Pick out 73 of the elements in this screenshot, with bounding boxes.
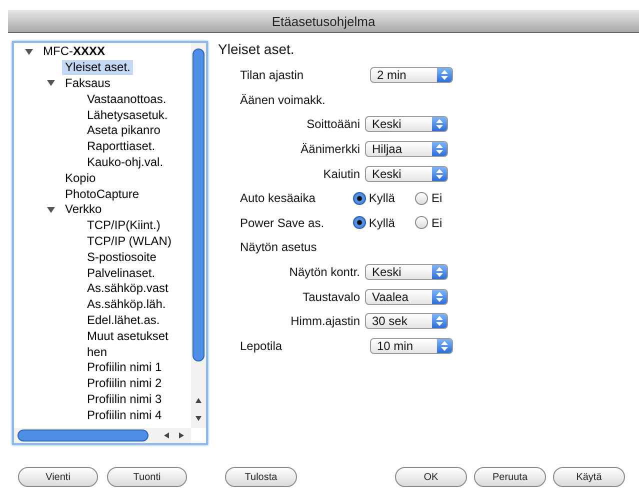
field-label: Auto kesäaika bbox=[240, 191, 316, 206]
tree-item[interactable]: MFC-XXXX bbox=[40, 44, 108, 60]
disclosure-triangle-icon[interactable] bbox=[47, 206, 55, 214]
field-label: Himm.ajastin bbox=[290, 314, 361, 328]
tree-item[interactable]: Lähetysasetuk. bbox=[84, 108, 171, 123]
tree-item[interactable]: As.sähköp.vast bbox=[84, 281, 172, 296]
horizontal-scrollbar[interactable] bbox=[14, 428, 191, 443]
tree-item[interactable]: Profiilin nimi 3 bbox=[84, 392, 165, 407]
section-label: Äänen voimakk. bbox=[240, 92, 326, 107]
push-button[interactable]: OK bbox=[395, 467, 467, 487]
field-label: Lepotila bbox=[240, 338, 284, 353]
radio-button[interactable] bbox=[352, 192, 366, 205]
stepper-icon bbox=[432, 117, 447, 132]
radio-label[interactable]: Kyllä bbox=[368, 216, 395, 230]
radio-label[interactable]: Kyllä bbox=[368, 191, 395, 206]
section-label: Näytön asetus bbox=[240, 240, 318, 254]
tree-item[interactable]: As.sähköp.läh. bbox=[84, 297, 169, 312]
tree-item[interactable]: Aseta pikanro bbox=[84, 123, 164, 138]
tree-item[interactable]: PhotoCapture bbox=[62, 186, 142, 202]
tree-item[interactable]: S-postiosoite bbox=[84, 250, 160, 265]
stepper-icon bbox=[432, 314, 447, 328]
stepper-icon bbox=[432, 142, 447, 156]
vertical-scrollbar[interactable] bbox=[191, 43, 206, 428]
dropdown[interactable]: 30 sek bbox=[365, 313, 448, 330]
dropdown[interactable]: 2 min bbox=[370, 67, 453, 84]
stepper-icon bbox=[432, 290, 447, 304]
tree-item[interactable]: Palvelinaset. bbox=[84, 266, 158, 281]
tree-item[interactable]: Profiilin nimi 2 bbox=[84, 376, 165, 392]
tree-item[interactable]: TCP/IP (WLAN) bbox=[84, 234, 174, 249]
radio-label[interactable]: Ei bbox=[431, 216, 442, 230]
tree-item[interactable]: Yleiset aset. bbox=[62, 60, 134, 76]
panel-title: Yleiset aset. bbox=[218, 41, 296, 57]
tree-item[interactable]: Kopio bbox=[62, 170, 99, 186]
stepper-icon bbox=[432, 166, 447, 181]
push-button[interactable]: Tulosta bbox=[225, 467, 297, 487]
dropdown[interactable]: 10 min bbox=[370, 338, 453, 354]
disclosure-triangle-icon[interactable] bbox=[25, 48, 33, 56]
field-label: Taustavalo bbox=[302, 290, 361, 304]
radio-button[interactable] bbox=[415, 192, 428, 205]
dropdown[interactable]: Hiljaa bbox=[365, 141, 448, 158]
radio-button[interactable] bbox=[415, 216, 428, 230]
push-button[interactable]: Käytä bbox=[553, 467, 625, 487]
dropdown[interactable]: Keski bbox=[365, 264, 448, 280]
radio-label[interactable]: Ei bbox=[431, 191, 442, 206]
field-label: Äänimerkki bbox=[300, 142, 361, 156]
tree-item[interactable]: Kauko-ohj.val. bbox=[84, 154, 166, 170]
tree-item[interactable]: Raporttiaset. bbox=[84, 139, 158, 154]
window-title: Etäasetusohjelma bbox=[8, 10, 639, 33]
push-button[interactable]: Vienti bbox=[18, 467, 98, 487]
tree-item[interactable]: hen bbox=[84, 344, 110, 360]
push-button[interactable]: Tuonti bbox=[107, 467, 187, 487]
field-label: Soittoääni bbox=[306, 117, 361, 132]
push-button[interactable]: Peruuta bbox=[474, 467, 546, 487]
tree-item[interactable]: Vastaanottoas. bbox=[84, 92, 170, 107]
tree-item[interactable]: Profiilin nimi 4 bbox=[84, 408, 165, 423]
radio-button[interactable] bbox=[352, 216, 366, 230]
field-label: Power Save as. bbox=[240, 216, 326, 230]
stepper-icon bbox=[437, 338, 452, 353]
dropdown[interactable]: Vaalea bbox=[365, 288, 448, 305]
dropdown[interactable]: Keski bbox=[365, 166, 448, 182]
tree-item[interactable]: TCP/IP(Kiint.) bbox=[84, 218, 164, 234]
stepper-icon bbox=[432, 265, 447, 280]
dropdown[interactable]: Keski bbox=[365, 116, 448, 132]
field-label: Tilan ajastin bbox=[240, 68, 305, 82]
tree-item[interactable]: Edel.lähet.as. bbox=[84, 312, 163, 328]
tree-item[interactable]: Faksaus bbox=[62, 76, 114, 91]
tree-item[interactable]: Profiilin nimi 1 bbox=[84, 360, 165, 376]
disclosure-triangle-icon[interactable] bbox=[47, 79, 55, 88]
tree-item[interactable]: Verkko bbox=[62, 202, 105, 218]
tree-item[interactable]: Muut asetukset bbox=[84, 328, 172, 344]
field-label: Kaiutin bbox=[322, 166, 361, 181]
stepper-icon bbox=[437, 68, 452, 82]
field-label: Näytön kontr. bbox=[288, 265, 361, 280]
